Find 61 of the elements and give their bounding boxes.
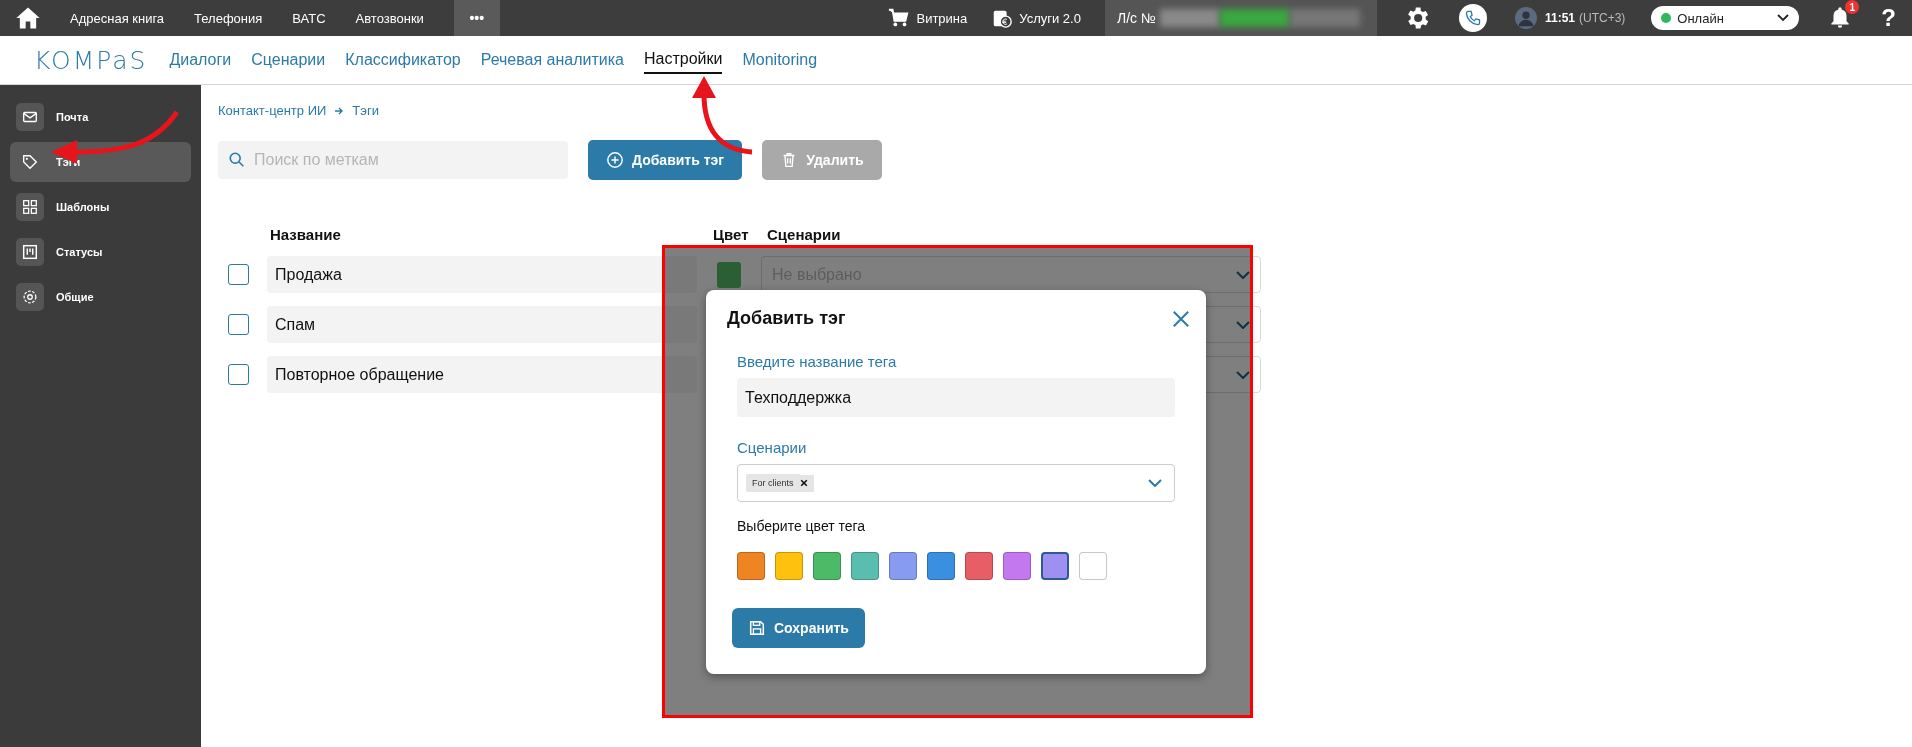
chevron-down-icon	[1236, 370, 1250, 379]
status-dropdown[interactable]: Онлайн	[1651, 6, 1800, 30]
color-swatch[interactable]	[1041, 552, 1069, 580]
row-checkbox[interactable]	[228, 264, 249, 285]
row-checkbox[interactable]	[228, 364, 249, 385]
chevron-down-icon	[1777, 14, 1790, 22]
row-checkbox[interactable]	[228, 314, 249, 335]
grid-icon	[21, 198, 39, 216]
shop-button[interactable]: Витрина	[888, 7, 968, 29]
save-button[interactable]: Сохранить	[732, 608, 865, 648]
help-button[interactable]: ?	[1881, 4, 1896, 32]
nav-link[interactable]: Monitoring	[742, 47, 818, 73]
avatar-icon[interactable]	[1514, 7, 1537, 29]
nav-link[interactable]: Настройки	[644, 46, 723, 74]
sidebar-item[interactable]: Общие	[10, 277, 191, 317]
arrow-right-icon	[334, 105, 345, 116]
tag-name-cell: Продажа	[267, 256, 697, 293]
column-header: Название	[270, 226, 342, 243]
account-selector[interactable]: Л/с №	[1104, 0, 1377, 36]
plus-circle-icon	[606, 151, 624, 169]
timezone-label: (UTC+3)	[1579, 11, 1626, 25]
breadcrumb-current: Тэги	[352, 103, 379, 118]
column-header: Цвет	[713, 226, 750, 243]
services-button[interactable]: Услуги 2.0	[991, 7, 1081, 29]
menu-item[interactable]: Телефония	[194, 10, 263, 26]
menu-item[interactable]: Автозвонки	[355, 10, 424, 26]
scenarios-select[interactable]: For clients	[737, 464, 1175, 502]
tag-name-cell: Повторное обращение	[267, 356, 697, 393]
close-icon[interactable]	[1172, 309, 1190, 328]
nav-link[interactable]: Диалоги	[169, 47, 232, 73]
search-field[interactable]: Поиск по меткам	[218, 141, 568, 179]
cart-icon	[888, 7, 911, 29]
field-label: Сценарии	[737, 439, 807, 456]
chevron-down-icon	[1148, 479, 1162, 487]
color-label: Выберите цвет тега	[737, 518, 866, 534]
menu-item[interactable]: ВАТС	[292, 10, 326, 26]
tag-name-field[interactable]: Техподдержка	[737, 378, 1175, 417]
modal-title: Добавить тэг	[727, 308, 846, 329]
column-header: Сценарии	[767, 226, 841, 243]
logo[interactable]: KOMPaS	[34, 45, 148, 75]
tag-icon	[21, 153, 39, 171]
menu-item[interactable]: Адресная книга	[70, 10, 165, 26]
sidebar-item[interactable]: Статусы	[10, 232, 191, 272]
phone-icon[interactable]	[1458, 4, 1487, 32]
tag-name-cell: Спам	[267, 306, 697, 343]
more-button[interactable]: •••	[453, 0, 500, 36]
nav-link[interactable]: Речевая аналитика	[480, 47, 624, 73]
sidebar-item[interactable]: Шаблоны	[10, 187, 191, 227]
clock-time: 11:51	[1544, 11, 1575, 25]
chevron-down-icon	[1236, 320, 1250, 329]
gear-icon	[21, 288, 39, 306]
nav-link[interactable]: Классификатор	[345, 47, 461, 73]
nav-link[interactable]: Сценарии	[251, 47, 326, 73]
chevron-down-icon	[1236, 270, 1250, 279]
notification-badge: 1	[1845, 0, 1860, 14]
sidebar-item[interactable]: Почта	[10, 97, 191, 137]
scenario-chip: For clients	[746, 474, 800, 492]
add-tag-button[interactable]: Добавить тэг	[588, 140, 743, 180]
board-icon	[21, 243, 39, 261]
breadcrumb-link[interactable]: Контакт-центр ИИ	[218, 103, 327, 118]
field-label: Введите название тега	[737, 353, 897, 370]
